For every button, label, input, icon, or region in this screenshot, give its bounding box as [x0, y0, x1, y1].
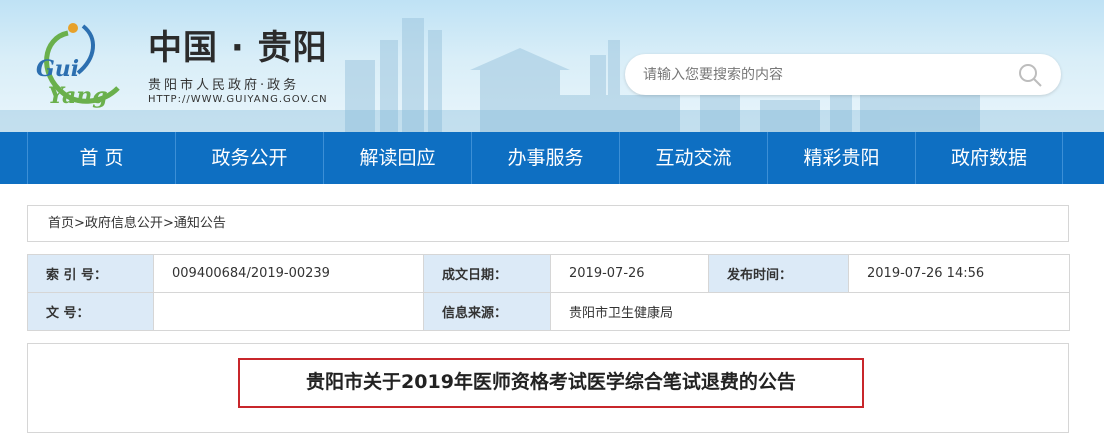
nav-item-government-data[interactable]: 政府数据	[915, 132, 1063, 184]
nav-item-services[interactable]: 办事服务	[471, 132, 619, 184]
document-info-table: 索 引 号： 009400684/2019-00239 成文日期： 2019-0…	[27, 254, 1070, 331]
index-label: 索 引 号：	[27, 254, 154, 293]
search-input[interactable]	[643, 54, 1003, 95]
publish-time-label: 发布时间：	[708, 254, 849, 293]
index-value: 009400684/2019-00239	[153, 254, 424, 293]
site-url: HTTP://WWW.GUIYANG.GOV.CN	[148, 94, 328, 105]
breadcrumb-notices[interactable]: 通知公告	[174, 216, 226, 231]
breadcrumb-home[interactable]: 首页	[48, 216, 74, 231]
source-value: 贵阳市卫生健康局	[550, 292, 1070, 331]
main-nav: 首 页 政务公开 解读回应 办事服务 互动交流 精彩贵阳 政府数据	[0, 132, 1104, 184]
nav-item-interaction[interactable]: 互动交流	[619, 132, 767, 184]
doc-number-value	[153, 292, 424, 331]
breadcrumb-gov-info[interactable]: 政府信息公开	[85, 216, 163, 231]
breadcrumb-separator: >	[74, 216, 85, 231]
svg-text:Yang: Yang	[48, 83, 108, 109]
created-date-value: 2019-07-26	[550, 254, 709, 293]
site-header: Gui Yang 中国 · 贵阳 贵阳市人民政府·政务 HTTP://WWW.G…	[0, 0, 1104, 132]
search-box	[625, 54, 1061, 95]
svg-text:Gui: Gui	[36, 56, 79, 82]
site-title: 中国 · 贵阳	[148, 28, 328, 68]
article-panel: 贵阳市关于2019年医师资格考试医学综合笔试退费的公告	[27, 343, 1069, 433]
source-label: 信息来源：	[423, 292, 551, 331]
site-subtitle: 贵阳市人民政府·政务	[148, 78, 300, 93]
breadcrumb: 首页>政府信息公开>通知公告	[27, 205, 1069, 242]
guiyang-logo: Gui Yang	[36, 23, 120, 109]
article-title: 贵阳市关于2019年医师资格考试医学综合笔试退费的公告	[238, 358, 864, 408]
nav-item-interpretation[interactable]: 解读回应	[323, 132, 471, 184]
doc-number-label: 文 号：	[27, 292, 154, 331]
search-icon[interactable]	[1017, 62, 1043, 88]
publish-time-value: 2019-07-26 14:56	[848, 254, 1070, 293]
created-date-label: 成文日期：	[423, 254, 551, 293]
breadcrumb-separator: >	[162, 216, 174, 231]
nav-item-wonderful-guiyang[interactable]: 精彩贵阳	[767, 132, 915, 184]
nav-item-home[interactable]: 首 页	[27, 132, 175, 184]
nav-item-government-affairs[interactable]: 政务公开	[175, 132, 323, 184]
